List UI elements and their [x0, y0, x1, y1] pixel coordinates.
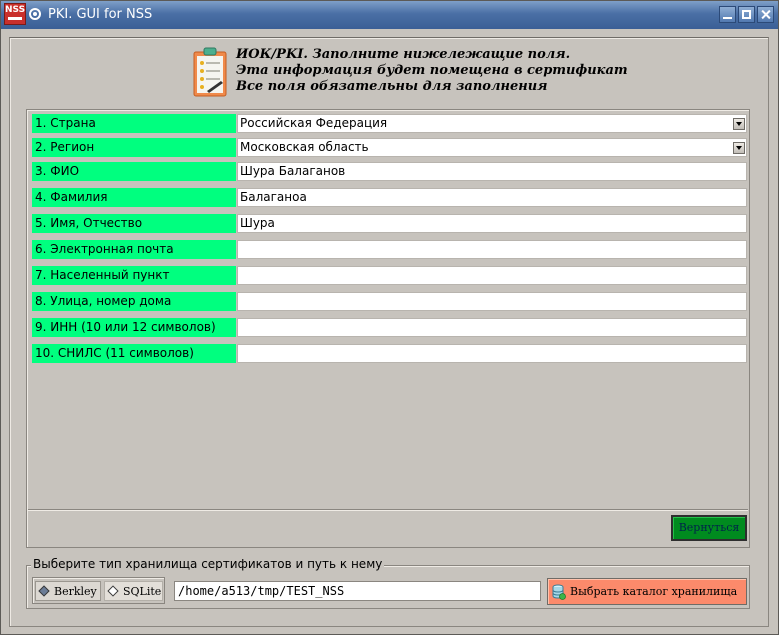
inn-input[interactable]: [237, 318, 747, 337]
header-line-2: Эта информация будет помещена в сертифик…: [236, 63, 628, 78]
region-value: Московская область: [240, 140, 369, 154]
maximize-button[interactable]: [738, 6, 755, 23]
form-row-country: 1. Страна Российская Федерация: [32, 114, 747, 133]
country-combo[interactable]: Российская Федерация: [237, 114, 747, 133]
form-row-fullname: 3. ФИО Шура Балаганов: [32, 162, 747, 181]
berkley-radio-label: Berkley: [54, 585, 97, 598]
berkley-radio[interactable]: Berkley: [35, 581, 101, 601]
window-title: PKI. GUI for NSS: [48, 7, 153, 22]
form-row-surname: 4. Фамилия Балаганоа: [32, 188, 747, 207]
snils-label: 10. СНИЛС (11 символов): [32, 344, 236, 363]
street-label: 8. Улица, номер дома: [32, 292, 236, 311]
given-name-label: 5. Имя, Отчество: [32, 214, 236, 233]
fullname-input[interactable]: Шура Балаганов: [237, 162, 747, 181]
choose-storage-folder-label: Выбрать каталог хранилища: [570, 585, 738, 598]
snils-input[interactable]: [237, 344, 747, 363]
form-row-region: 2. Регион Московская область: [32, 138, 747, 157]
locality-label: 7. Населенный пункт: [32, 266, 236, 285]
app-icon-text: NSS: [5, 5, 26, 15]
title-bar[interactable]: NSS PKI. GUI for NSS: [1, 1, 778, 29]
radio-selected-icon: [38, 585, 50, 597]
form-row-locality: 7. Населенный пункт: [32, 266, 747, 285]
header-line-1: ИОК/PKI. Заполните нижележащие поля.: [236, 47, 571, 62]
region-label: 2. Регион: [32, 138, 236, 157]
window-menu-icon[interactable]: [29, 8, 41, 20]
chevron-down-icon[interactable]: [733, 142, 745, 154]
storage-legend: Выберите тип хранилища сертификатов и пу…: [31, 557, 385, 572]
minimize-button[interactable]: [719, 6, 736, 23]
header-text: ИОК/PKI. Заполните нижележащие поля. Эта…: [236, 47, 628, 95]
form-row-email: 6. Электронная почта: [32, 240, 747, 259]
country-label: 1. Страна: [32, 114, 236, 133]
storage-path-input[interactable]: /home/a513/tmp/TEST_NSS: [174, 581, 541, 601]
sqlite-radio-label: SQLite: [123, 585, 162, 598]
form-row-given-name: 5. Имя, Отчество Шура: [32, 214, 747, 233]
chevron-down-icon[interactable]: [733, 118, 745, 130]
email-input[interactable]: [237, 240, 747, 259]
given-name-input[interactable]: Шура: [237, 214, 747, 233]
locality-input[interactable]: [237, 266, 747, 285]
region-combo[interactable]: Московская область: [237, 138, 747, 157]
form-row-snils: 10. СНИЛС (11 символов): [32, 344, 747, 363]
country-value: Российская Федерация: [240, 116, 388, 130]
clipboard-icon: [193, 47, 227, 97]
street-input[interactable]: [237, 292, 747, 311]
form-divider: [28, 509, 748, 510]
surname-label: 4. Фамилия: [32, 188, 236, 207]
choose-storage-folder-button[interactable]: Выбрать каталог хранилища: [547, 578, 747, 605]
email-label: 6. Электронная почта: [32, 240, 236, 259]
form-header: ИОК/PKI. Заполните нижележащие поля. Эта…: [193, 47, 628, 99]
database-icon: [552, 584, 566, 600]
radio-unselected-icon: [107, 585, 119, 597]
back-button[interactable]: Вернуться: [671, 515, 747, 541]
header-line-3: Все поля обязательны для заполнения: [236, 79, 548, 94]
fullname-label: 3. ФИО: [32, 162, 236, 181]
close-button[interactable]: [757, 6, 774, 23]
nss-app-icon: NSS: [4, 3, 26, 25]
inn-label: 9. ИНН (10 или 12 символов): [32, 318, 236, 337]
form-row-street: 8. Улица, номер дома: [32, 292, 747, 311]
form-row-inn: 9. ИНН (10 или 12 символов): [32, 318, 747, 337]
sqlite-radio[interactable]: SQLite: [104, 581, 163, 601]
surname-input[interactable]: Балаганоа: [237, 188, 747, 207]
